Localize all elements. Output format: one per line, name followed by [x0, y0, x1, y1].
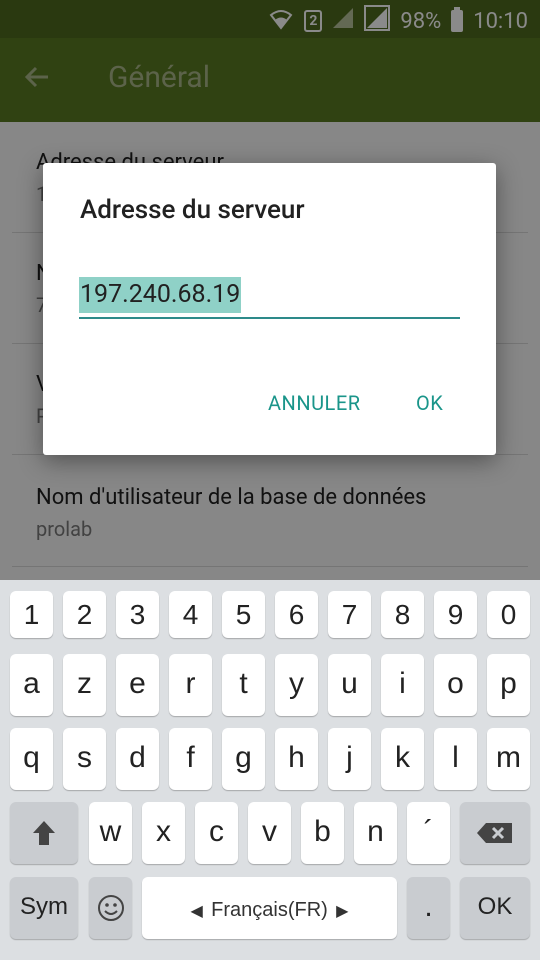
key-d[interactable]: d [116, 728, 159, 790]
selected-input-text[interactable]: 197.240.68.19 [79, 277, 242, 313]
key-4[interactable]: 4 [169, 591, 212, 638]
shift-arrow-icon [31, 815, 57, 848]
space-key[interactable]: ◀ Français(FR) ▶ [142, 877, 397, 939]
key-h[interactable]: h [275, 728, 318, 790]
ok-button[interactable]: OK [416, 391, 443, 415]
key-2[interactable]: 2 [63, 591, 106, 638]
soft-keyboard: 1 2 3 4 5 6 7 8 9 0 a z e r t y u i o p … [0, 580, 540, 960]
cancel-button[interactable]: ANNULER [268, 391, 361, 415]
key-7[interactable]: 7 [328, 591, 371, 638]
server-address-dialog: Adresse du serveur 197.240.68.19 ANNULER… [43, 163, 496, 455]
dialog-title: Adresse du serveur [80, 195, 305, 225]
period-key[interactable]: . [407, 877, 450, 939]
emoji-voice-key[interactable] [89, 877, 132, 939]
shift-key[interactable] [10, 802, 78, 864]
key-w[interactable]: w [89, 802, 132, 864]
key-o[interactable]: o [434, 654, 477, 716]
backspace-icon [476, 815, 514, 848]
key-v[interactable]: v [248, 802, 291, 864]
key-6[interactable]: 6 [275, 591, 318, 638]
key-9[interactable]: 9 [434, 591, 477, 638]
key-s[interactable]: s [63, 728, 106, 790]
language-label: Français(FR) [211, 899, 328, 921]
key-r[interactable]: r [169, 654, 212, 716]
key-b[interactable]: b [301, 802, 344, 864]
keyboard-ok-key[interactable]: OK [460, 877, 530, 939]
key-i[interactable]: i [381, 654, 424, 716]
language-left-icon: ◀ [190, 903, 203, 920]
key-a[interactable]: a [10, 654, 53, 716]
key-j[interactable]: j [328, 728, 371, 790]
key-g[interactable]: g [222, 728, 265, 790]
key-k[interactable]: k [381, 728, 424, 790]
backspace-key[interactable] [460, 802, 530, 864]
key-c[interactable]: c [195, 802, 238, 864]
smiley-icon [96, 890, 126, 923]
key-z[interactable]: z [63, 654, 106, 716]
symbols-key[interactable]: Sym [10, 877, 78, 939]
key-y[interactable]: y [275, 654, 318, 716]
language-right-icon: ▶ [336, 903, 349, 920]
key-t[interactable]: t [222, 654, 265, 716]
key-x[interactable]: x [142, 802, 185, 864]
key-1[interactable]: 1 [10, 591, 53, 638]
key-3[interactable]: 3 [116, 591, 159, 638]
key-p[interactable]: p [487, 654, 530, 716]
key-e[interactable]: e [116, 654, 159, 716]
key-q[interactable]: q [10, 728, 53, 790]
key-u[interactable]: u [328, 654, 371, 716]
key-8[interactable]: 8 [381, 591, 424, 638]
key-acute-accent[interactable]: ´ [407, 802, 450, 864]
key-5[interactable]: 5 [222, 591, 265, 638]
key-f[interactable]: f [169, 728, 212, 790]
key-n[interactable]: n [354, 802, 397, 864]
key-m[interactable]: m [487, 728, 530, 790]
key-l[interactable]: l [434, 728, 477, 790]
key-0[interactable]: 0 [487, 591, 530, 638]
